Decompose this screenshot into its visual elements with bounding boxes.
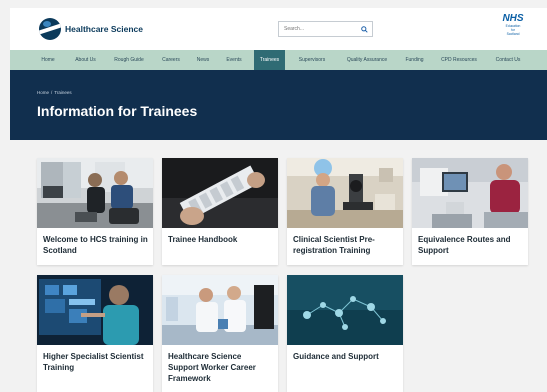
nav-item-funding[interactable]: Funding <box>400 50 429 70</box>
card-clinical-scientist[interactable]: Clinical Scientist Pre-registration Trai… <box>287 158 403 265</box>
nhs-logo-sub: Scotland <box>506 32 520 36</box>
nav-item-trainees[interactable]: Trainees <box>254 50 285 70</box>
page-hero: Home / Trainees Information for Trainees <box>10 70 547 140</box>
card-image <box>37 158 153 228</box>
breadcrumb-current: Trainees <box>54 90 72 95</box>
breadcrumb-separator: / <box>51 90 53 95</box>
card-image <box>287 158 403 228</box>
card-title: Trainee Handbook <box>168 235 238 244</box>
search-icon <box>360 25 368 33</box>
nav-item-cpd-resources[interactable]: CPD Resources <box>435 50 483 70</box>
gym-training-photo <box>37 158 153 228</box>
logo-mark-icon <box>39 18 61 40</box>
page-title: Information for Trainees <box>37 103 198 119</box>
breadcrumb: Home / Trainees <box>37 90 72 95</box>
molecules-photo <box>287 275 403 345</box>
nav-item-contact-us[interactable]: Contact Us <box>488 50 528 70</box>
search-box <box>278 21 373 37</box>
card-title: Equivalence Routes and Support <box>418 235 511 255</box>
nav-item-news[interactable]: News <box>191 50 215 70</box>
card-image <box>162 275 278 345</box>
card-image <box>37 275 153 345</box>
breadcrumb-home-link[interactable]: Home <box>37 90 49 95</box>
microscope-lab-photo <box>287 158 403 228</box>
nav-item-about-us[interactable]: About Us <box>68 50 103 70</box>
main-nav: Home About Us Rough Guide Careers News E… <box>10 50 547 70</box>
nhs-education-logo[interactable]: NHS Education for Scotland <box>497 13 529 37</box>
card-image <box>412 158 528 228</box>
test-slide-photo <box>162 158 278 228</box>
nav-item-quality-assurance[interactable]: Quality Assurance <box>339 50 395 70</box>
nav-item-careers[interactable]: Careers <box>156 50 186 70</box>
card-title: Clinical Scientist Pre-registration Trai… <box>293 235 375 255</box>
nav-item-events[interactable]: Events <box>220 50 248 70</box>
lab-team-photo <box>162 275 278 345</box>
card-guidance-support[interactable]: Guidance and Support <box>287 275 403 392</box>
card-welcome[interactable]: Welcome to HCS training in Scotland <box>37 158 153 265</box>
card-title: Guidance and Support <box>293 352 379 361</box>
card-support-worker-framework[interactable]: Healthcare Science Support Worker Career… <box>162 275 278 392</box>
site-header: Healthcare Science NHS Education for Sco… <box>10 8 547 50</box>
search-input[interactable] <box>279 22 354 36</box>
card-title: Healthcare Science Support Worker Career… <box>168 352 256 383</box>
card-image <box>287 275 403 345</box>
card-image <box>162 158 278 228</box>
touchscreen-photo <box>37 275 153 345</box>
card-title: Welcome to HCS training in Scotland <box>43 235 148 255</box>
card-higher-specialist[interactable]: Higher Specialist Scientist Training <box>37 275 153 392</box>
scientist-at-computer-photo <box>412 158 528 228</box>
search-button[interactable] <box>356 22 372 36</box>
nav-item-supervisors[interactable]: Supervisors <box>291 50 333 70</box>
site-logo[interactable]: Healthcare Science <box>39 18 143 40</box>
logo-text: Healthcare Science <box>65 24 143 34</box>
card-trainee-handbook[interactable]: Trainee Handbook <box>162 158 278 265</box>
card-title: Higher Specialist Scientist Training <box>43 352 144 372</box>
nhs-logo-text: NHS <box>502 13 524 24</box>
nav-item-rough-guide[interactable]: Rough Guide <box>108 50 150 70</box>
nav-item-home[interactable]: Home <box>34 50 62 70</box>
card-equivalence-routes[interactable]: Equivalence Routes and Support <box>412 158 528 265</box>
